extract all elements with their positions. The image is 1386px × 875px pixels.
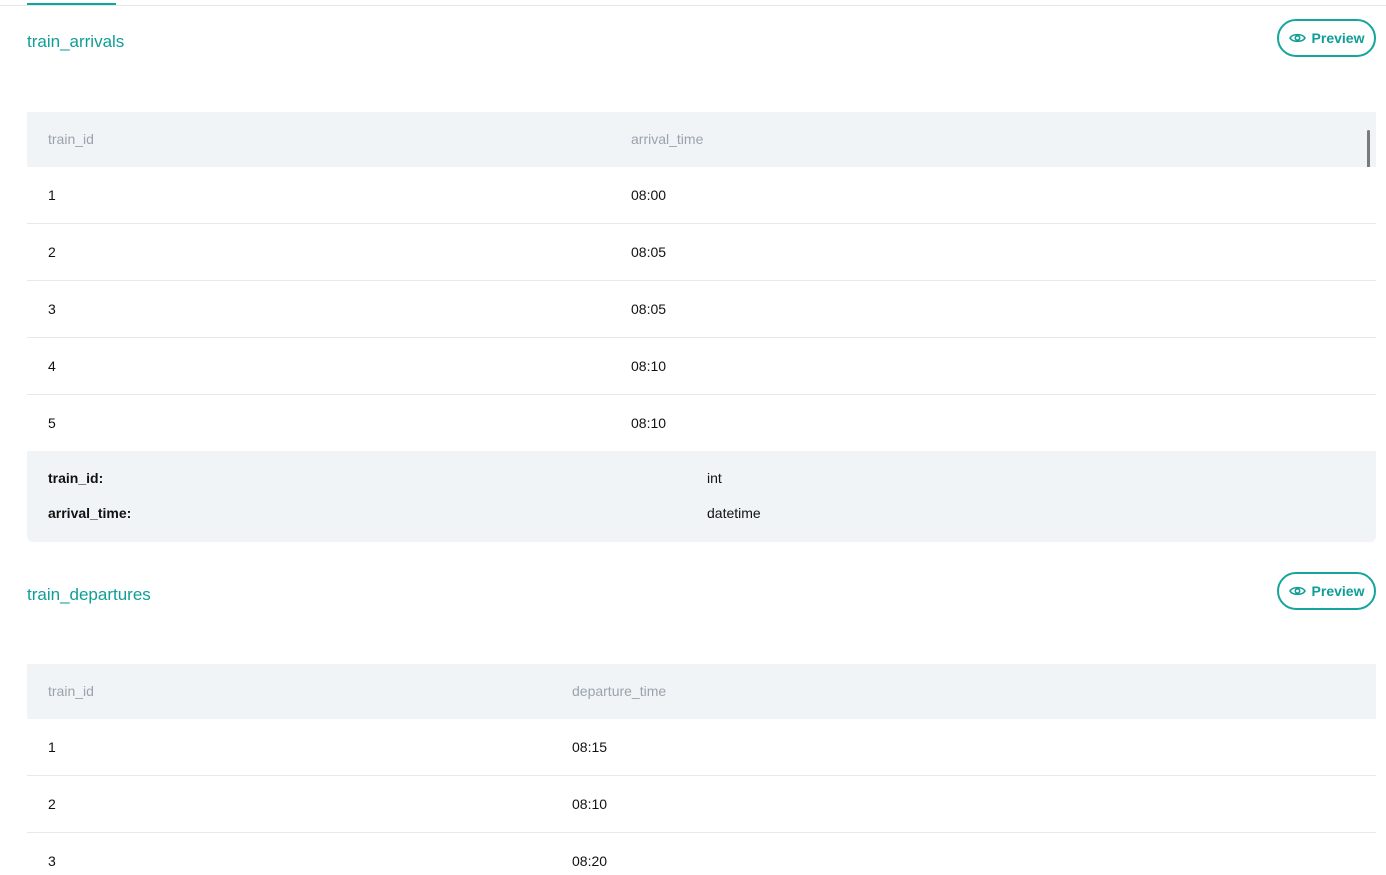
table-cell: 08:05 (631, 244, 667, 260)
eye-icon (1288, 585, 1306, 597)
dataset-title[interactable]: train_arrivals (27, 32, 124, 52)
preview-button-label: Preview (1311, 583, 1365, 599)
table-row: 1 08:00 (27, 167, 1376, 224)
preview-button[interactable]: Preview (1277, 572, 1376, 610)
top-divider (0, 5, 1386, 6)
data-table: train_id departure_time 1 08:15 2 08:10 … (27, 664, 1376, 875)
schema-field-type: int (707, 470, 722, 486)
table-header: train_id arrival_time (27, 112, 1376, 222)
table-row: 1 08:15 (27, 719, 1376, 776)
column-header: arrival_time (631, 131, 704, 147)
table-row: 3 08:20 (27, 833, 1376, 875)
table-row: 3 08:05 (27, 281, 1376, 338)
column-header: train_id (48, 683, 94, 699)
page: train_arrivals Preview train_id arrival_… (0, 0, 1386, 875)
table-cell: 3 (48, 301, 56, 317)
table-cell: 3 (48, 853, 56, 869)
table-cell: 08:00 (631, 187, 667, 203)
section-header: train_departures Preview (27, 572, 1376, 616)
table-row: 2 08:10 (27, 776, 1376, 833)
table-cell: 08:10 (631, 415, 667, 431)
table-cell: 08:05 (631, 301, 667, 317)
table-cell: 08:10 (631, 358, 667, 374)
eye-icon (1288, 32, 1306, 44)
table-cell: 08:10 (572, 796, 608, 812)
table-cell: 08:20 (572, 853, 608, 869)
preview-button[interactable]: Preview (1277, 19, 1376, 57)
dataset-section-train-arrivals: train_arrivals Preview train_id arrival_… (27, 19, 1376, 542)
table-cell: 1 (48, 739, 56, 755)
table-cell: 08:15 (572, 739, 608, 755)
table-cell: 4 (48, 358, 56, 374)
column-header: departure_time (572, 683, 667, 699)
section-header: train_arrivals Preview (27, 19, 1376, 63)
table-cell: 2 (48, 796, 56, 812)
column-header: train_id (48, 131, 94, 147)
dataset-title[interactable]: train_departures (27, 585, 151, 605)
table-cell: 5 (48, 415, 56, 431)
schema-field-name: train_id: (48, 470, 104, 486)
schema-panel: train_id: int arrival_time: datetime (27, 451, 1376, 542)
dataset-section-train-departures: train_departures Preview train_id depart… (27, 572, 1376, 875)
table-cell: 1 (48, 187, 56, 203)
table-row: 4 08:10 (27, 338, 1376, 395)
schema-field-type: datetime (707, 505, 761, 521)
table-cell: 2 (48, 244, 56, 260)
table-row: 5 08:10 (27, 395, 1376, 451)
active-tab-indicator (27, 3, 116, 5)
table-row: 2 08:05 (27, 224, 1376, 281)
table-header: train_id departure_time (27, 664, 1376, 719)
data-table: train_id arrival_time 1 08:00 2 08:05 3 … (27, 112, 1376, 542)
schema-field-name: arrival_time: (48, 505, 132, 521)
preview-button-label: Preview (1311, 30, 1365, 46)
